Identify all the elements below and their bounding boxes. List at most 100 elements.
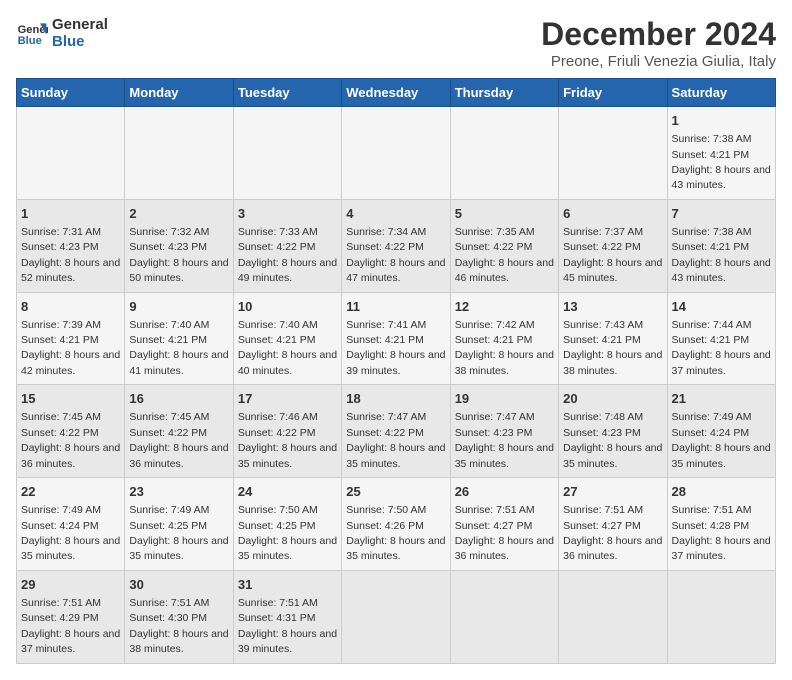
calendar-cell: 27 Sunrise: 7:51 AMSunset: 4:27 PMDayligh… (559, 478, 667, 571)
day-number: 27 (563, 483, 662, 501)
calendar-cell: 6Sunrise: 7:37 AMSunset: 4:22 PMDaylight… (559, 199, 667, 292)
calendar-cell: 13Sunrise: 7:43 AMSunset: 4:21 PMDayligh… (559, 292, 667, 385)
page-subtitle: Preone, Friuli Venezia Giulia, Italy (541, 53, 776, 70)
day-number: 21 (672, 390, 771, 408)
day-number: 19 (455, 390, 554, 408)
header-saturday: Saturday (667, 79, 775, 107)
header-tuesday: Tuesday (233, 79, 341, 107)
day-number: 22 (21, 483, 120, 501)
page-header: General Blue General Blue December 2024 … (16, 16, 776, 70)
day-info: Sunrise: 7:38 AMSunset: 4:21 PMDaylight:… (672, 226, 771, 284)
day-number: 28 (672, 483, 771, 501)
day-info: Sunrise: 7:49 AMSunset: 4:24 PMDaylight:… (21, 504, 120, 562)
calendar-cell: 3 Sunrise: 7:33 AMSunset: 4:22 PMDaylight… (233, 199, 341, 292)
day-number: 30 (129, 576, 228, 594)
calendar-cell: 15Sunrise: 7:45 AMSunset: 4:22 PMDayligh… (17, 385, 125, 478)
day-number: 4 (346, 205, 445, 223)
day-info: Sunrise: 7:51 AMSunset: 4:28 PMDaylight:… (672, 504, 771, 562)
calendar-table: SundayMondayTuesdayWednesdayThursdayFrid… (16, 78, 776, 664)
logo-icon: General Blue (16, 17, 48, 49)
day-info: Sunrise: 7:40 AMSunset: 4:21 PMDaylight:… (238, 319, 337, 377)
calendar-cell: 7 Sunrise: 7:38 AMSunset: 4:21 PMDaylight… (667, 199, 775, 292)
calendar-cell: 11Sunrise: 7:41 AMSunset: 4:21 PMDayligh… (342, 292, 450, 385)
day-number: 3 (238, 205, 337, 223)
calendar-cell: 17 Sunrise: 7:46 AMSunset: 4:22 PMDayligh… (233, 385, 341, 478)
calendar-cell (559, 570, 667, 663)
day-info: Sunrise: 7:50 AMSunset: 4:25 PMDaylight:… (238, 504, 337, 562)
calendar-cell: 18 Sunrise: 7:47 AMSunset: 4:22 PMDayligh… (342, 385, 450, 478)
calendar-cell: 31Sunrise: 7:51 AMSunset: 4:31 PMDayligh… (233, 570, 341, 663)
calendar-week-row: 1Sunrise: 7:38 AMSunset: 4:21 PMDaylight… (17, 107, 776, 200)
day-number: 7 (672, 205, 771, 223)
day-number: 5 (455, 205, 554, 223)
day-number: 16 (129, 390, 228, 408)
calendar-cell: 25Sunrise: 7:50 AMSunset: 4:26 PMDayligh… (342, 478, 450, 571)
day-number: 1 (21, 205, 120, 223)
day-number: 20 (563, 390, 662, 408)
calendar-cell: 8Sunrise: 7:39 AMSunset: 4:21 PMDaylight… (17, 292, 125, 385)
calendar-week-row: 29Sunrise: 7:51 AMSunset: 4:29 PMDayligh… (17, 570, 776, 663)
calendar-cell: 24 Sunrise: 7:50 AMSunset: 4:25 PMDayligh… (233, 478, 341, 571)
day-number: 31 (238, 576, 337, 594)
header-monday: Monday (125, 79, 233, 107)
title-area: December 2024 Preone, Friuli Venezia Giu… (541, 16, 776, 70)
calendar-cell: 20 Sunrise: 7:48 AMSunset: 4:23 PMDayligh… (559, 385, 667, 478)
calendar-cell: 16 Sunrise: 7:45 AMSunset: 4:22 PMDayligh… (125, 385, 233, 478)
day-number: 18 (346, 390, 445, 408)
calendar-cell (450, 107, 558, 200)
calendar-header-row: SundayMondayTuesdayWednesdayThursdayFrid… (17, 79, 776, 107)
calendar-week-row: 22 Sunrise: 7:49 AMSunset: 4:24 PMDayligh… (17, 478, 776, 571)
day-info: Sunrise: 7:33 AMSunset: 4:22 PMDaylight:… (238, 226, 337, 284)
header-friday: Friday (559, 79, 667, 107)
calendar-cell: 5 Sunrise: 7:35 AMSunset: 4:22 PMDaylight… (450, 199, 558, 292)
day-number: 24 (238, 483, 337, 501)
calendar-cell: 12 Sunrise: 7:42 AMSunset: 4:21 PMDayligh… (450, 292, 558, 385)
day-number: 12 (455, 298, 554, 316)
day-info: Sunrise: 7:35 AMSunset: 4:22 PMDaylight:… (455, 226, 554, 284)
day-info: Sunrise: 7:47 AMSunset: 4:23 PMDaylight:… (455, 411, 554, 469)
day-info: Sunrise: 7:38 AMSunset: 4:21 PMDaylight:… (672, 133, 771, 191)
logo-blue: Blue (52, 33, 108, 50)
calendar-cell: 2Sunrise: 7:32 AMSunset: 4:23 PMDaylight… (125, 199, 233, 292)
calendar-cell (559, 107, 667, 200)
day-number: 23 (129, 483, 228, 501)
day-info: Sunrise: 7:51 AMSunset: 4:27 PMDaylight:… (455, 504, 554, 562)
day-info: Sunrise: 7:45 AMSunset: 4:22 PMDaylight:… (21, 411, 120, 469)
calendar-cell (233, 107, 341, 200)
day-number: 10 (238, 298, 337, 316)
logo: General Blue General Blue (16, 16, 108, 50)
day-info: Sunrise: 7:48 AMSunset: 4:23 PMDaylight:… (563, 411, 662, 469)
day-info: Sunrise: 7:37 AMSunset: 4:22 PMDaylight:… (563, 226, 662, 284)
day-info: Sunrise: 7:51 AMSunset: 4:30 PMDaylight:… (129, 597, 228, 655)
calendar-cell: 23 Sunrise: 7:49 AMSunset: 4:25 PMDayligh… (125, 478, 233, 571)
day-number: 17 (238, 390, 337, 408)
header-sunday: Sunday (17, 79, 125, 107)
day-info: Sunrise: 7:47 AMSunset: 4:22 PMDaylight:… (346, 411, 445, 469)
day-number: 26 (455, 483, 554, 501)
day-info: Sunrise: 7:46 AMSunset: 4:22 PMDaylight:… (238, 411, 337, 469)
calendar-cell: 1 Sunrise: 7:31 AMSunset: 4:23 PMDaylight… (17, 199, 125, 292)
day-info: Sunrise: 7:45 AMSunset: 4:22 PMDaylight:… (129, 411, 228, 469)
day-number: 14 (672, 298, 771, 316)
calendar-week-row: 15Sunrise: 7:45 AMSunset: 4:22 PMDayligh… (17, 385, 776, 478)
day-number: 8 (21, 298, 120, 316)
calendar-cell: 10 Sunrise: 7:40 AMSunset: 4:21 PMDayligh… (233, 292, 341, 385)
day-number: 9 (129, 298, 228, 316)
day-info: Sunrise: 7:42 AMSunset: 4:21 PMDaylight:… (455, 319, 554, 377)
calendar-cell: 9Sunrise: 7:40 AMSunset: 4:21 PMDaylight… (125, 292, 233, 385)
day-info: Sunrise: 7:50 AMSunset: 4:26 PMDaylight:… (346, 504, 445, 562)
day-info: Sunrise: 7:51 AMSunset: 4:29 PMDaylight:… (21, 597, 120, 655)
calendar-cell: 14Sunrise: 7:44 AMSunset: 4:21 PMDayligh… (667, 292, 775, 385)
calendar-cell (342, 570, 450, 663)
day-number: 13 (563, 298, 662, 316)
day-info: Sunrise: 7:34 AMSunset: 4:22 PMDaylight:… (346, 226, 445, 284)
day-number: 2 (129, 205, 228, 223)
day-info: Sunrise: 7:51 AMSunset: 4:27 PMDaylight:… (563, 504, 662, 562)
calendar-cell (17, 107, 125, 200)
day-info: Sunrise: 7:49 AMSunset: 4:25 PMDaylight:… (129, 504, 228, 562)
page-title: December 2024 (541, 16, 776, 53)
calendar-cell: 4 Sunrise: 7:34 AMSunset: 4:22 PMDaylight… (342, 199, 450, 292)
day-info: Sunrise: 7:31 AMSunset: 4:23 PMDaylight:… (21, 226, 120, 284)
day-info: Sunrise: 7:49 AMSunset: 4:24 PMDaylight:… (672, 411, 771, 469)
calendar-cell: 30 Sunrise: 7:51 AMSunset: 4:30 PMDayligh… (125, 570, 233, 663)
